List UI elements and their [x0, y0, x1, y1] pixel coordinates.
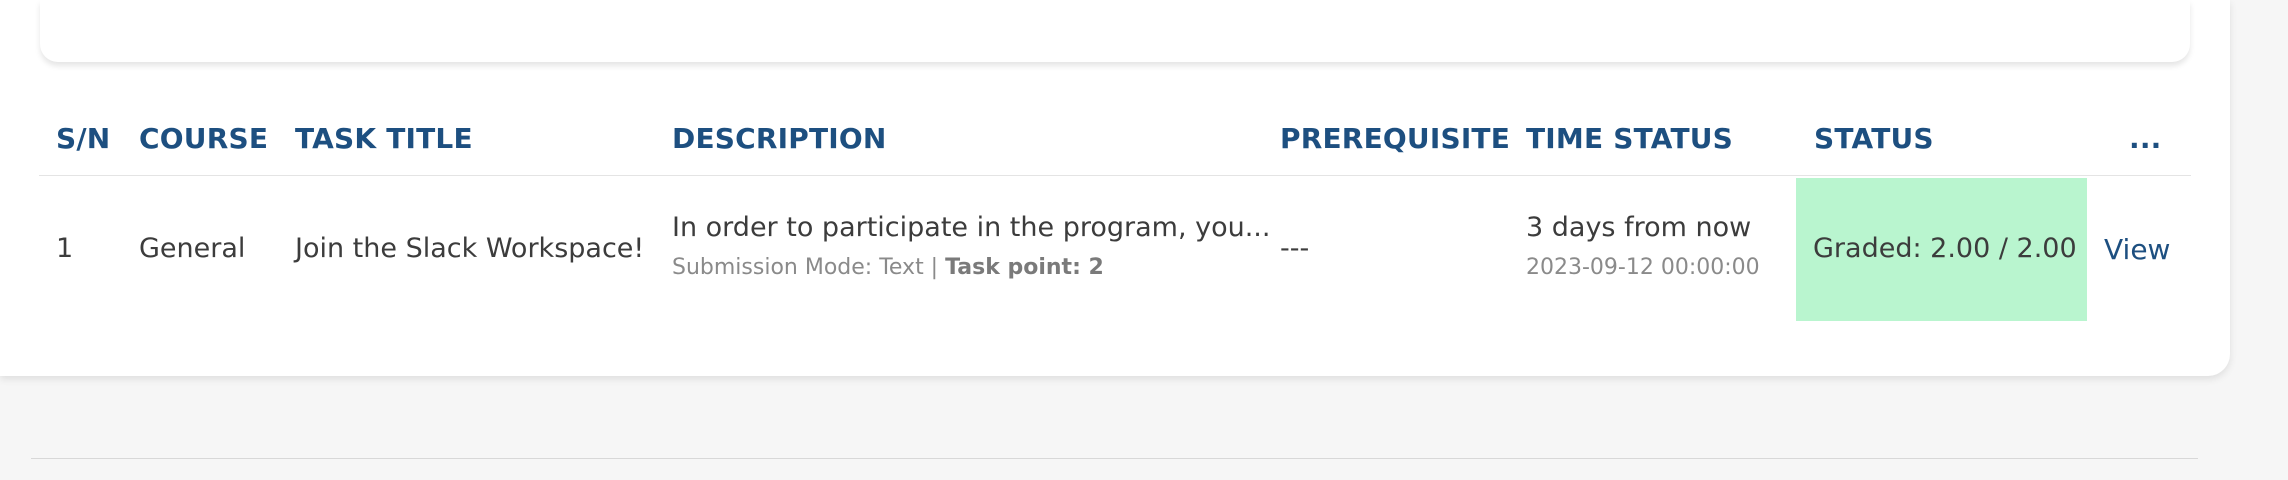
header-description: DESCRIPTION — [672, 122, 887, 155]
header-prerequisite: PREREQUISITE — [1280, 122, 1511, 155]
header-task-title: TASK TITLE — [295, 122, 473, 155]
filter-panel — [40, 0, 2190, 62]
header-status: STATUS — [1814, 122, 1934, 155]
cell-task-title: Join the Slack Workspace! — [295, 233, 645, 264]
cell-time-absolute: 2023-09-12 00:00:00 — [1526, 255, 1760, 280]
header-sn: S/N — [56, 122, 111, 155]
cell-prerequisite: --- — [1280, 233, 1310, 264]
cell-description: In order to participate in the program, … — [672, 212, 1271, 243]
table-row: 1 General Join the Slack Workspace! In o… — [39, 176, 2191, 321]
cell-time-relative: 3 days from now — [1526, 212, 1752, 243]
view-link[interactable]: View — [2104, 233, 2170, 266]
task-list-card: S/N COURSE TASK TITLE DESCRIPTION PREREQ… — [0, 0, 2230, 376]
cell-submission-meta: Submission Mode: Text | Task point: 2 — [672, 255, 1104, 280]
header-actions: ... — [2129, 122, 2162, 155]
task-point-text: Task point: 2 — [945, 255, 1104, 280]
submission-mode-text: Submission Mode: Text | — [672, 255, 946, 280]
table-header-row: S/N COURSE TASK TITLE DESCRIPTION PREREQ… — [39, 100, 2191, 176]
cell-course: General — [139, 233, 246, 264]
scrollbar-track[interactable] — [2276, 0, 2288, 480]
cell-sn: 1 — [56, 233, 74, 264]
header-time-status: TIME STATUS — [1526, 122, 1734, 155]
status-badge: Graded: 2.00 / 2.00 — [1796, 178, 2087, 321]
footer-divider — [31, 458, 2198, 459]
header-course: COURSE — [139, 122, 269, 155]
tasks-table: S/N COURSE TASK TITLE DESCRIPTION PREREQ… — [39, 100, 2191, 321]
status-text: Graded: 2.00 / 2.00 — [1813, 233, 2077, 264]
